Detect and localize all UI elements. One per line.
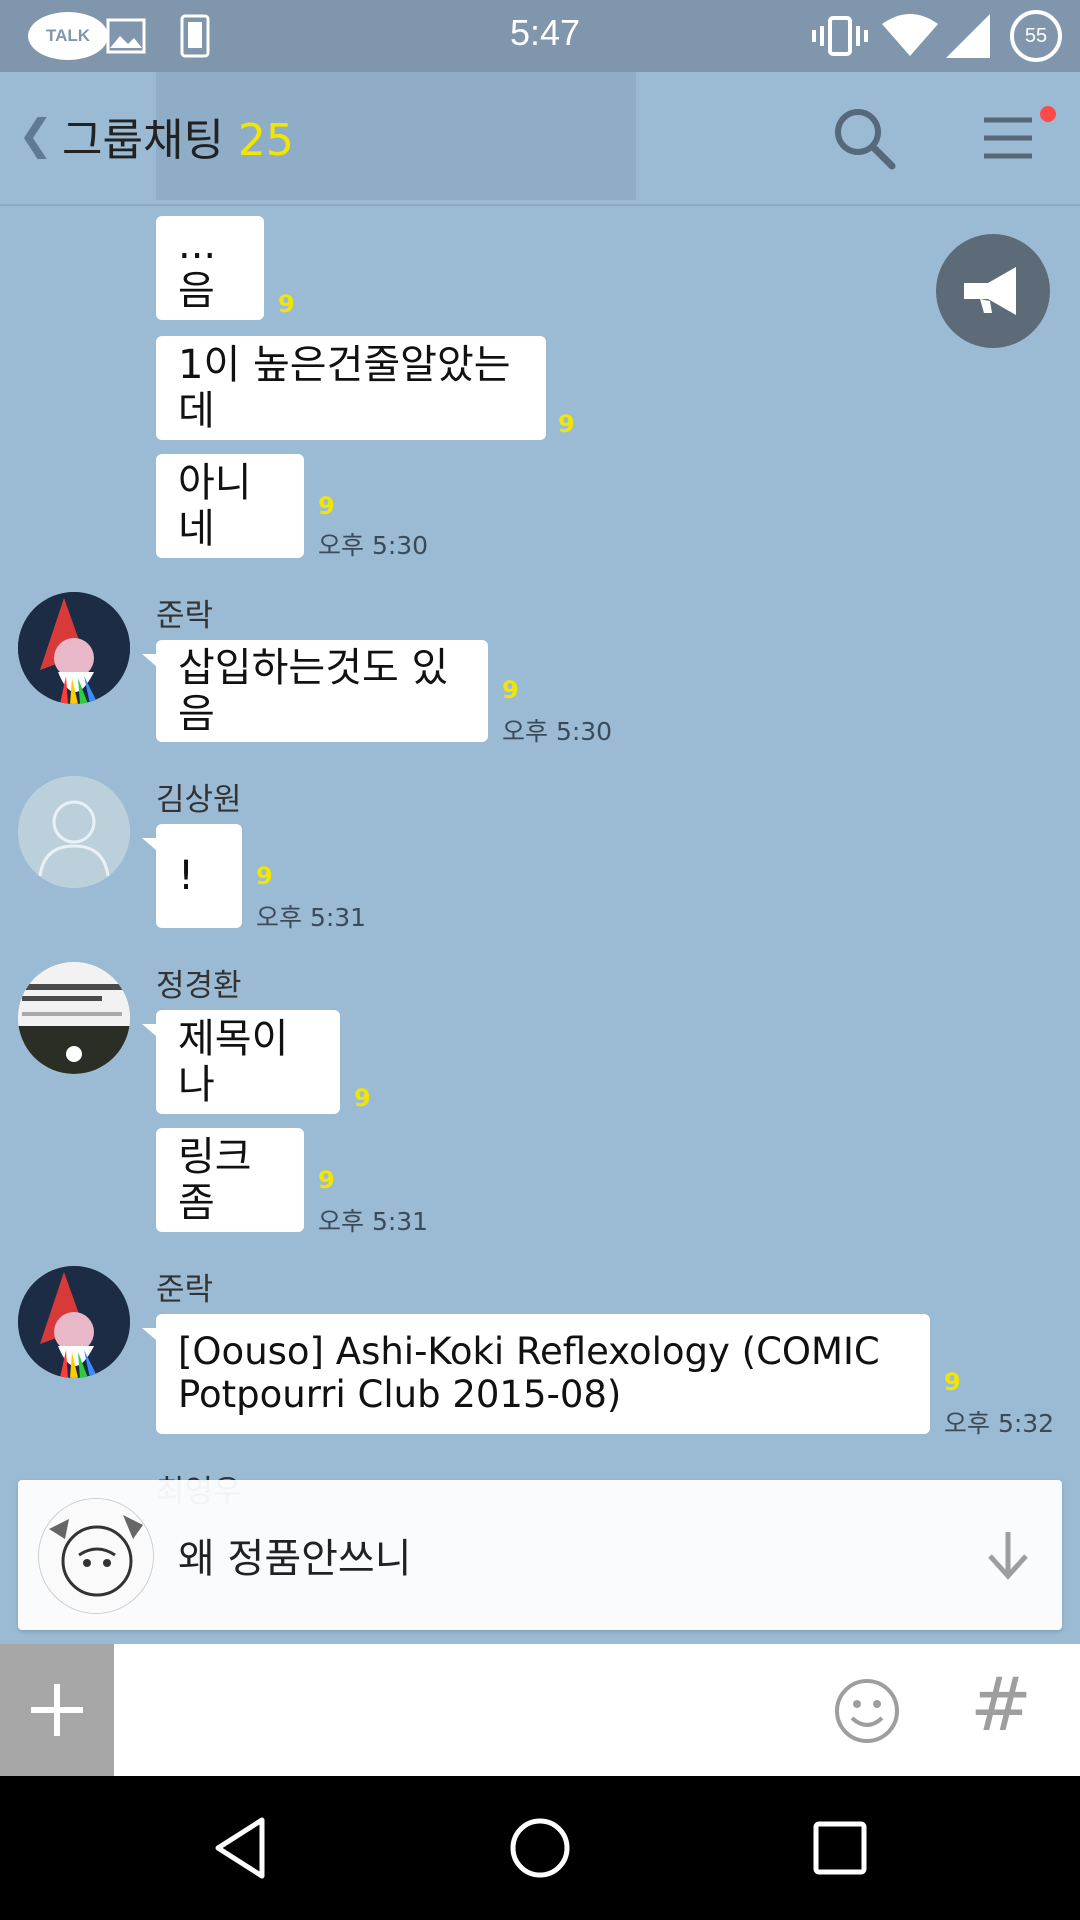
back-chevron-icon[interactable]: ❮	[18, 110, 53, 159]
message-time: 오후 5:30	[318, 531, 429, 560]
default-avatar-icon[interactable]	[18, 776, 130, 888]
emoticon-icon[interactable]	[832, 1676, 902, 1746]
chat-title: 그룹채팅 25	[62, 104, 294, 168]
hash-icon[interactable]: #	[970, 1662, 1032, 1748]
menu-icon[interactable]	[972, 102, 1044, 174]
unread-count: 9	[502, 676, 519, 704]
avatar	[38, 1498, 154, 1614]
unread-count: 9	[558, 410, 575, 438]
unread-count: 9	[354, 1084, 371, 1112]
message-bubble[interactable]: !	[142, 824, 242, 928]
message-input[interactable]	[130, 1654, 810, 1766]
message-bubble[interactable]: [Oouso] Ashi-Koki Reflexology (COMIC Pot…	[142, 1314, 930, 1434]
home-circle-icon[interactable]	[504, 1812, 576, 1884]
avatar[interactable]	[18, 962, 130, 1074]
sender-name: 김상원	[156, 782, 242, 818]
message-bubble[interactable]: 링크좀	[156, 1128, 304, 1232]
unread-count: 9	[318, 492, 335, 520]
status-bar: TALK 5:47 55	[0, 0, 1080, 72]
member-count: 25	[237, 115, 294, 166]
preview-text: 왜 정품안쓰니	[178, 1536, 412, 1582]
message-bubble[interactable]: ...음	[156, 216, 264, 320]
wifi-icon	[882, 0, 938, 72]
avatar[interactable]	[18, 592, 130, 704]
message-bubble[interactable]: 제목이나	[142, 1010, 340, 1114]
message-bubble[interactable]: 1이 높은건줄알았는데	[156, 336, 546, 440]
sender-name: 정경환	[156, 968, 242, 1004]
plus-icon[interactable]	[0, 1644, 114, 1776]
system-nav-bar	[0, 1776, 1080, 1920]
back-triangle-icon[interactable]	[204, 1812, 276, 1884]
message-time: 오후 5:32	[944, 1409, 1055, 1438]
message-input-bar: #	[0, 1644, 1080, 1776]
unread-count: 9	[256, 862, 273, 890]
chat-title-text: 그룹채팅	[62, 115, 224, 166]
search-icon[interactable]	[828, 102, 900, 174]
scroll-down-arrow-icon[interactable]	[978, 1524, 1038, 1584]
sender-name: 준락	[156, 598, 214, 634]
avatar[interactable]	[18, 1266, 130, 1378]
vibrate-icon	[812, 0, 868, 72]
unread-count: 9	[944, 1368, 961, 1396]
chat-header: ❮ 그룹채팅 25	[0, 72, 1080, 206]
menu-notification-dot	[1040, 106, 1056, 122]
message-bubble[interactable]: 아니네	[156, 454, 304, 558]
cell-signal-icon	[946, 0, 990, 72]
message-time: 오후 5:30	[502, 717, 613, 746]
megaphone-icon[interactable]	[936, 234, 1050, 348]
battery-icon: 55	[1010, 0, 1062, 72]
message-time: 오후 5:31	[256, 903, 367, 932]
message-time: 오후 5:31	[318, 1207, 429, 1236]
latest-message-preview[interactable]: 왜 정품안쓰니	[18, 1480, 1062, 1630]
sender-name: 준락	[156, 1272, 214, 1308]
battery-level: 55	[1010, 10, 1062, 62]
unread-count: 9	[318, 1166, 335, 1194]
message-bubble[interactable]: 삽입하는것도 있음	[142, 640, 488, 742]
unread-count: 9	[278, 290, 295, 318]
recents-square-icon[interactable]	[804, 1812, 876, 1884]
